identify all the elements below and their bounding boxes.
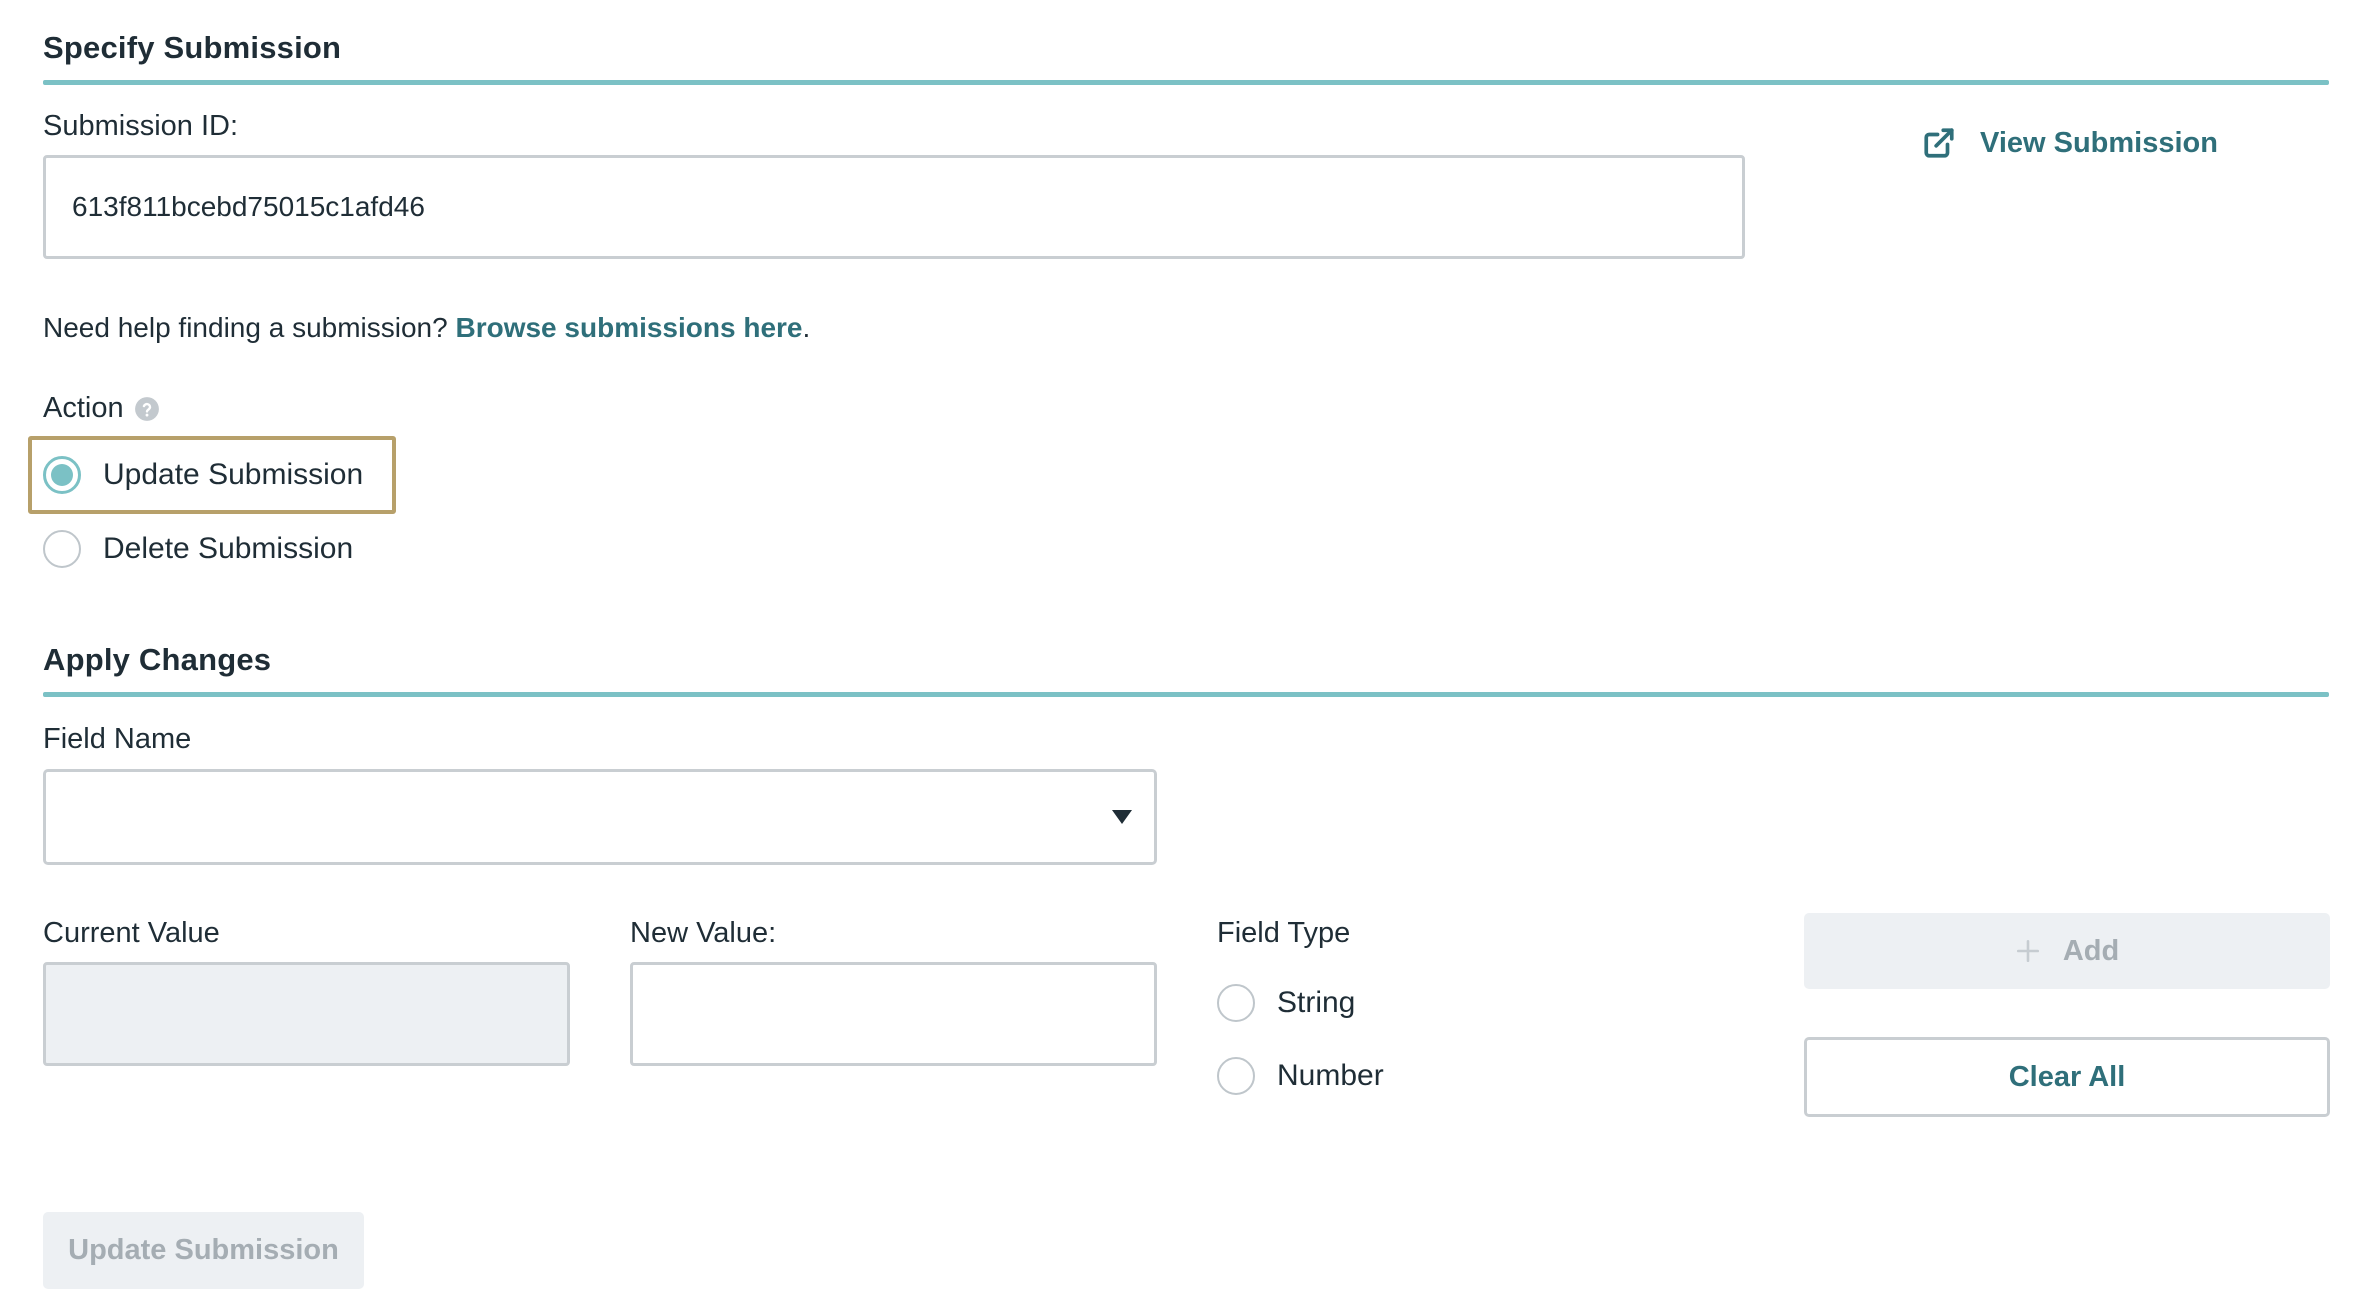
- submission-id-input[interactable]: [43, 155, 1745, 259]
- delete-submission-label: Delete Submission: [103, 532, 354, 565]
- field-type-label: Field Type: [1217, 917, 1351, 949]
- apply-section-title: Apply Changes: [43, 642, 272, 677]
- specify-section-title: Specify Submission: [43, 30, 342, 65]
- update-submission-radio[interactable]: [43, 456, 81, 494]
- number-label: Number: [1277, 1059, 1384, 1092]
- plus-icon: [2015, 938, 2041, 964]
- apply-section-divider: [43, 692, 2329, 697]
- submission-id-label: Submission ID:: [43, 110, 239, 142]
- field-type-number-option[interactable]: Number: [1217, 1057, 1384, 1095]
- string-label: String: [1277, 986, 1356, 1019]
- field-name-select[interactable]: [43, 769, 1157, 865]
- external-link-icon: [1922, 126, 1956, 160]
- update-submission-label: Update Submission: [103, 458, 364, 491]
- action-label-text: Action: [43, 392, 124, 424]
- chevron-down-icon: [1112, 810, 1132, 824]
- current-value-field: [43, 962, 570, 1066]
- add-button-label: Add: [2062, 934, 2120, 967]
- field-name-label: Field Name: [43, 723, 192, 755]
- delete-submission-radio[interactable]: [43, 530, 81, 568]
- browse-submissions-link[interactable]: Browse submissions here: [455, 312, 802, 343]
- new-value-input[interactable]: [630, 962, 1157, 1066]
- string-radio[interactable]: [1217, 984, 1255, 1022]
- clear-all-label: Clear All: [2008, 1060, 2126, 1093]
- clear-all-button[interactable]: Clear All: [1804, 1037, 2330, 1117]
- new-value-label: New Value:: [630, 917, 777, 949]
- update-submission-button-label: Update Submission: [68, 1234, 339, 1266]
- update-submission-button[interactable]: Update Submission: [43, 1212, 364, 1289]
- help-text: Need help finding a submission? Browse s…: [43, 312, 810, 344]
- current-value-label: Current Value: [43, 917, 220, 949]
- add-button[interactable]: Add: [1804, 913, 2330, 989]
- view-submission-link[interactable]: View Submission: [1922, 126, 2218, 160]
- field-type-string-option[interactable]: String: [1217, 984, 1355, 1022]
- action-update-option[interactable]: Update Submission: [43, 456, 363, 494]
- number-radio[interactable]: [1217, 1057, 1255, 1095]
- help-text-prefix: Need help finding a submission?: [43, 312, 448, 343]
- action-delete-option[interactable]: Delete Submission: [43, 530, 353, 568]
- specify-section-divider: [43, 80, 2329, 85]
- action-label: Action: [43, 392, 160, 425]
- question-circle-icon[interactable]: [134, 396, 160, 422]
- help-text-suffix: .: [802, 312, 811, 343]
- view-submission-label: View Submission: [1980, 126, 2218, 159]
